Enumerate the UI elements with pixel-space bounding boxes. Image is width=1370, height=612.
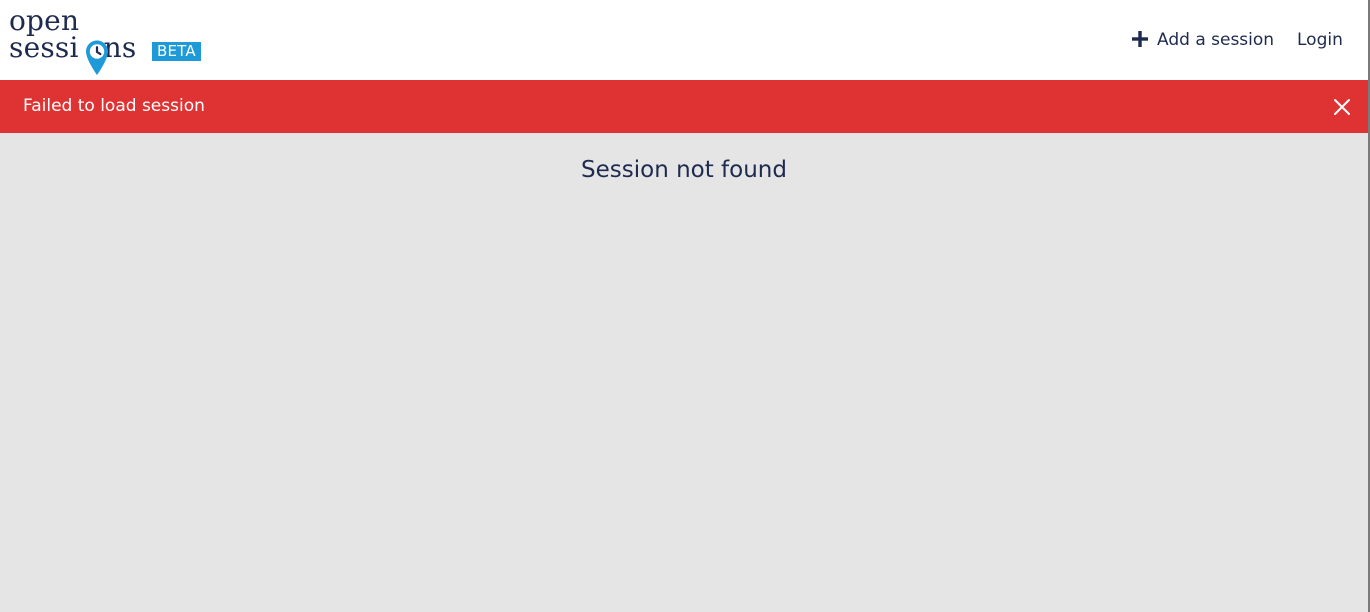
error-alert: Failed to load session [0,80,1368,133]
page-message: Session not found [581,157,787,183]
beta-badge: BETA [152,42,201,61]
alert-message: Failed to load session [23,96,205,116]
login-link[interactable]: Login [1297,0,1349,80]
logo-word-sessions: sessi ns [9,34,136,62]
add-session-label: Add a session [1157,30,1275,50]
add-session-link[interactable]: Add a session [1132,0,1275,80]
logo-link[interactable]: open sessi ns BETA [9,5,209,75]
site-header: open sessi ns BETA Add a session Login [0,0,1368,80]
close-icon [1334,99,1350,115]
page: open sessi ns BETA Add a session Login Fa… [0,0,1368,612]
map-pin-clock-icon [86,40,108,75]
alert-close-button[interactable] [1330,95,1354,119]
plus-icon [1132,31,1148,47]
logo-word-sessions-start: sessi [9,31,79,64]
